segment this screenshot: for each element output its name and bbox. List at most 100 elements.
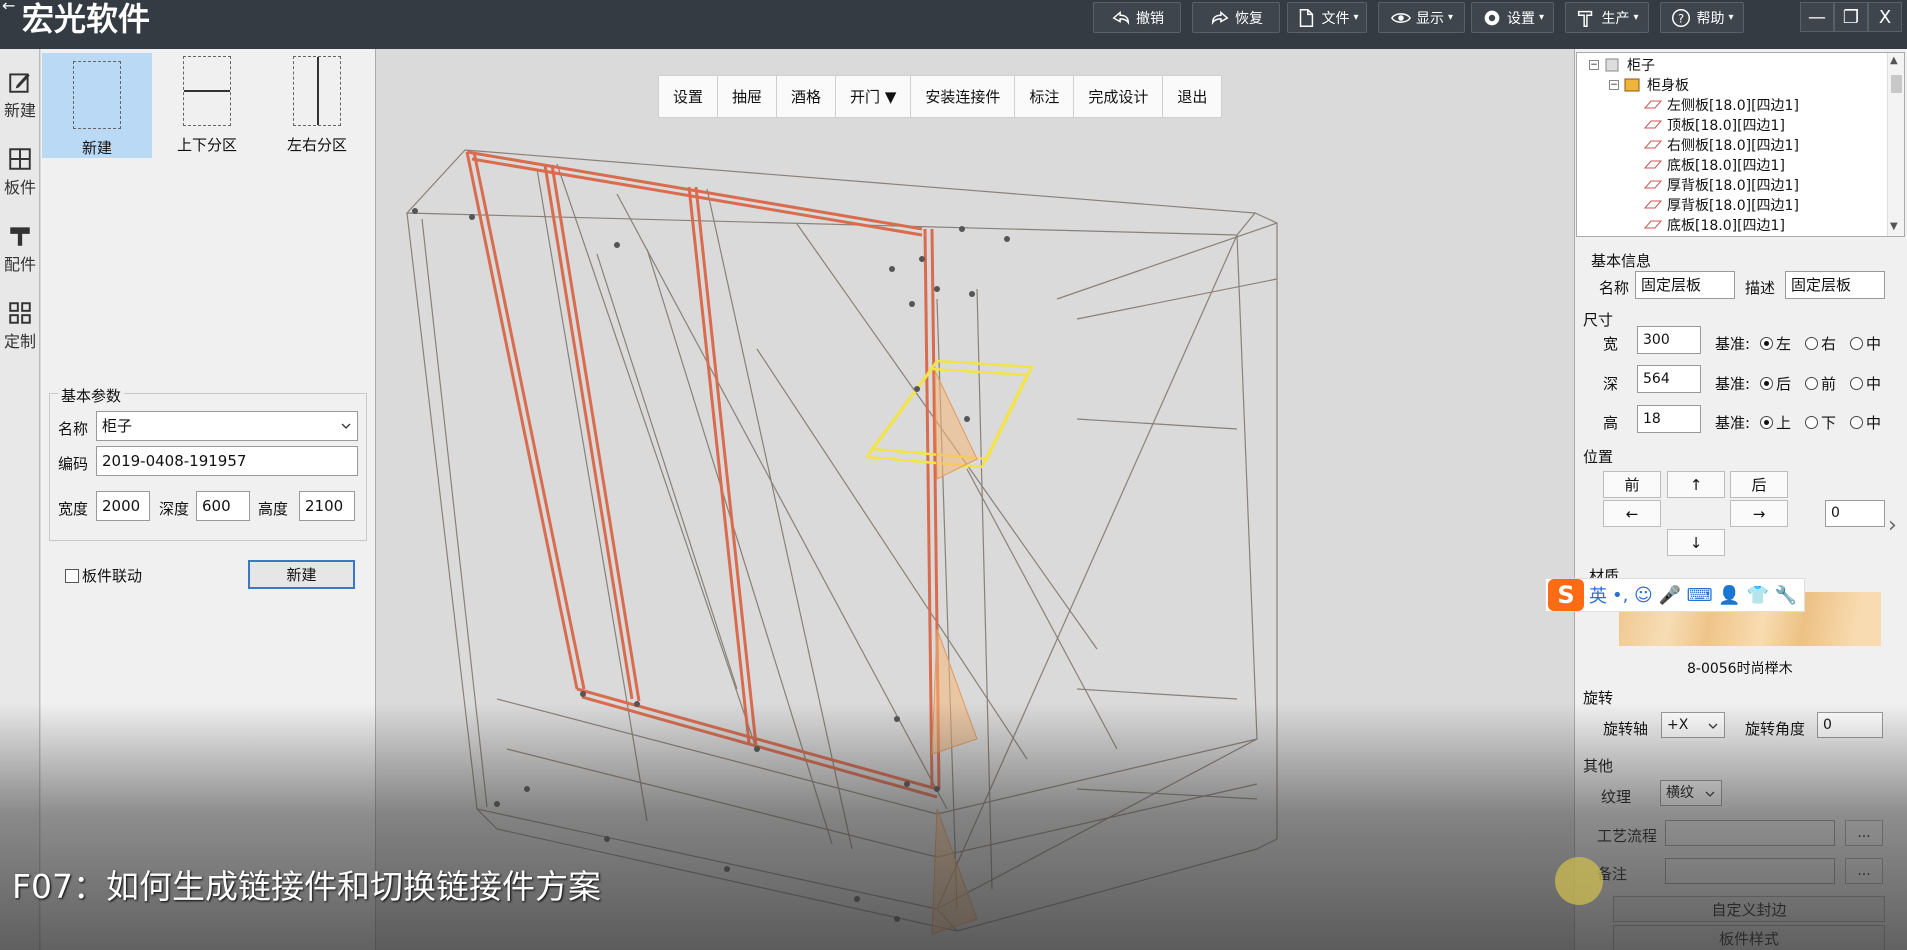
rail-item-new[interactable]: 新建 <box>0 69 40 135</box>
height-base-top-radio[interactable]: 上 <box>1760 412 1791 433</box>
rotate-axis-select[interactable]: +X <box>1661 712 1725 738</box>
notes-browse-button[interactable]: ... <box>1845 858 1883 884</box>
move-left-button[interactable]: ← <box>1603 500 1661 527</box>
restore-button[interactable]: ❐ <box>1834 2 1868 32</box>
collapse-toggle[interactable]: − <box>1589 60 1599 70</box>
process-browse-button[interactable]: ... <box>1845 820 1883 846</box>
rail-label: 配件 <box>3 255 36 274</box>
height-base-center-radio[interactable]: 中 <box>1850 412 1881 433</box>
file-menu-button[interactable]: 文件 ▾ <box>1287 2 1367 33</box>
display-menu-button[interactable]: 显示 ▾ <box>1378 2 1465 33</box>
scroll-up-icon[interactable]: ▲ <box>1890 55 1898 66</box>
vp-exit-button[interactable]: 退出 <box>1163 76 1222 117</box>
tree-item[interactable]: 底板[18.0][四边1] <box>1643 215 1785 235</box>
eye-icon <box>1390 12 1412 23</box>
file-icon <box>1300 8 1314 27</box>
minimize-button[interactable]: — <box>1800 2 1834 32</box>
board-icon <box>1643 120 1663 129</box>
scroll-thumb[interactable] <box>1891 75 1902 93</box>
edit-icon <box>9 73 30 93</box>
move-up-button[interactable]: ↑ <box>1667 471 1725 498</box>
notes-input[interactable] <box>1665 858 1835 884</box>
code-input[interactable]: 2019-0408-191957 <box>96 446 358 476</box>
move-back-button[interactable]: 后 <box>1730 471 1788 498</box>
width-base-center-radio[interactable]: 中 <box>1850 333 1881 354</box>
base-label: 基准: <box>1715 375 1751 393</box>
close-icon: X <box>1878 6 1892 28</box>
tree-item[interactable]: 底板[18.0][四边1] <box>1643 155 1785 175</box>
height-input[interactable]: 2100 <box>299 491 355 521</box>
tree-item[interactable]: 厚背板[18.0][四边1] <box>1643 195 1799 215</box>
rail-item-custom[interactable]: 定制 <box>0 300 40 366</box>
panel-style-button[interactable]: 板件样式 <box>1613 925 1885 950</box>
tree-item[interactable]: 左侧板[18.0][四边1] <box>1643 95 1799 115</box>
settings-menu-button[interactable]: 设置 ▾ <box>1471 2 1554 33</box>
vp-finish-design-button[interactable]: 完成设计 <box>1074 76 1164 117</box>
production-menu-button[interactable]: 生产 ▾ <box>1565 2 1649 33</box>
prop-desc-input[interactable]: 固定层板 <box>1785 271 1885 299</box>
height-label: 高度 <box>258 500 289 518</box>
depth-base-back-radio[interactable]: 后 <box>1760 373 1791 394</box>
grain-value: 横纹 <box>1666 785 1694 801</box>
redo-button[interactable]: 恢复 <box>1192 2 1280 33</box>
undo-button[interactable]: 撤销 <box>1093 2 1181 33</box>
rotate-angle-input[interactable]: 0 <box>1817 712 1883 738</box>
size-depth-input[interactable]: 564 <box>1637 365 1701 393</box>
radio-dot <box>1760 337 1773 350</box>
process-input[interactable] <box>1665 820 1835 846</box>
depth-base-center-radio[interactable]: 中 <box>1850 373 1881 394</box>
vp-drawer-button[interactable]: 抽屉 <box>718 76 778 117</box>
tree-item[interactable]: 右侧板[18.0][四边1] <box>1643 135 1799 155</box>
scroll-down-icon[interactable]: ▼ <box>1890 221 1898 232</box>
depth-input[interactable]: 600 <box>196 491 250 521</box>
move-down-button[interactable]: ↓ <box>1667 529 1725 556</box>
rail-item-panel[interactable]: 板件 <box>0 146 40 212</box>
tree-item[interactable]: 厚背板[18.0][四边1] <box>1643 175 1799 195</box>
vp-open-door-button[interactable]: 开门 ▼ <box>836 76 912 117</box>
parts-tree[interactable]: − 柜子 − 柜身板 左侧板[18.0][四边1] 顶板[18.0][四边1] … <box>1576 52 1905 237</box>
size-width-input[interactable]: 300 <box>1637 326 1701 354</box>
move-right-button[interactable]: → <box>1730 500 1788 527</box>
tree-root[interactable]: − 柜子 <box>1589 55 1655 75</box>
rotate-axis-value: +X <box>1667 717 1689 733</box>
ime-toolbar[interactable]: S 英 •, ☺ 🎤 ⌨ 👤 👕 🔧 <box>1545 578 1805 612</box>
tree-scrollbar[interactable]: ▲ ▼ <box>1887 53 1904 236</box>
template-new[interactable]: 新建 <box>42 53 152 158</box>
help-menu-button[interactable]: ? 帮助 ▾ <box>1660 2 1744 33</box>
width-base-right-radio[interactable]: 右 <box>1805 333 1836 354</box>
grain-select[interactable]: 横纹 <box>1660 780 1722 806</box>
vp-install-connector-button[interactable]: 安装连接件 <box>911 76 1016 117</box>
ime-tools-icon[interactable]: •, ☺ 🎤 ⌨ 👤 👕 🔧 <box>1612 585 1797 606</box>
tree-group[interactable]: − 柜身板 <box>1609 75 1689 95</box>
app-title: 宏光软件 <box>22 0 151 38</box>
collapse-toggle[interactable]: − <box>1609 80 1619 90</box>
move-front-button[interactable]: 前 <box>1603 471 1661 498</box>
radio-label: 中 <box>1866 414 1882 432</box>
vp-wine-rack-button[interactable]: 酒格 <box>777 76 837 117</box>
depth-base-front-radio[interactable]: 前 <box>1805 373 1836 394</box>
panel-link-checkbox[interactable]: 板件联动 <box>65 565 142 586</box>
rail-item-hardware[interactable]: 配件 <box>0 223 40 289</box>
vp-settings-button[interactable]: 设置 <box>659 76 719 117</box>
app-window: ← 宏光软件 撤销 恢复 文件▾ 显示▾ 设置▾ 生产▾ ? 帮助▾ <box>0 0 1907 950</box>
template-top-bottom[interactable]: 上下分区 <box>152 53 262 158</box>
custom-edge-button[interactable]: 自定义封边 <box>1613 896 1885 922</box>
new-button[interactable]: 新建 <box>248 560 355 589</box>
3d-viewport[interactable]: 设置 抽屉 酒格 开门 ▼ 安装连接件 标注 完成设计 退出 <box>377 49 1574 950</box>
close-button[interactable]: X <box>1868 2 1902 32</box>
tree-item[interactable]: 顶板[18.0][四边1] <box>1643 115 1785 135</box>
name-select[interactable]: 柜子 <box>96 411 358 441</box>
tree-item-label: 底板[18.0][四边1] <box>1667 218 1785 234</box>
minimize-icon: — <box>1808 6 1826 28</box>
chevron-right-icon[interactable]: › <box>1888 513 1897 538</box>
size-height-input[interactable]: 18 <box>1637 405 1701 433</box>
move-step-input[interactable]: 0 <box>1825 500 1885 527</box>
height-base-bottom-radio[interactable]: 下 <box>1805 412 1836 433</box>
back-arrow-icon[interactable]: ← <box>2 0 15 15</box>
prop-name-input[interactable]: 固定层板 <box>1635 271 1735 299</box>
template-left-right[interactable]: 左右分区 <box>262 53 372 158</box>
vp-dimension-button[interactable]: 标注 <box>1015 76 1075 117</box>
ime-language[interactable]: 英 <box>1589 582 1607 608</box>
width-base-left-radio[interactable]: 左 <box>1760 333 1791 354</box>
width-input[interactable]: 2000 <box>96 491 150 521</box>
